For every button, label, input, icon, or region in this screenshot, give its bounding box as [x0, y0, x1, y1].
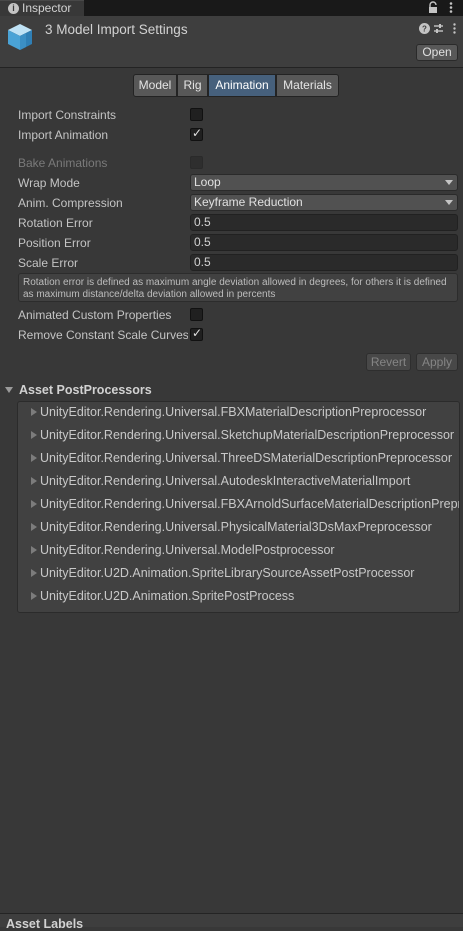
anim-compression-value: Keyframe Reduction: [194, 195, 303, 209]
rotation-error-field[interactable]: 0.5: [190, 214, 458, 231]
animated-custom-properties-label: Animated Custom Properties: [18, 308, 172, 322]
list-item-label: UnityEditor.Rendering.Universal.ModelPos…: [40, 543, 335, 557]
list-item[interactable]: UnityEditor.Rendering.Universal.Sketchup…: [18, 425, 459, 448]
help-icon[interactable]: ?: [419, 23, 430, 34]
foldout-arrow-icon: [5, 387, 13, 393]
list-item[interactable]: UnityEditor.Rendering.Universal.ModelPos…: [18, 540, 459, 563]
list-item-label: UnityEditor.U2D.Animation.SpritePostProc…: [40, 589, 295, 603]
more-menu-icon[interactable]: [448, 1, 454, 14]
preset-icon[interactable]: [433, 23, 444, 34]
list-item[interactable]: UnityEditor.U2D.Animation.SpriteLibraryS…: [18, 563, 459, 586]
expand-arrow-icon: [31, 592, 37, 600]
tab-animation[interactable]: Animation: [208, 74, 276, 97]
wrap-mode-value: Loop: [194, 175, 221, 189]
tab-rig[interactable]: Rig: [177, 74, 208, 97]
remove-constant-scale-curves-label: Remove Constant Scale Curves: [18, 328, 188, 342]
list-item-label: UnityEditor.Rendering.Universal.Physical…: [40, 520, 432, 534]
tab-model[interactable]: Model: [133, 74, 177, 97]
asset-labels-title: Asset Labels: [6, 917, 84, 931]
scale-error-label: Scale Error: [18, 256, 79, 270]
inspector-tab-label: Inspector: [22, 1, 72, 15]
import-animation-checkbox[interactable]: ✓: [190, 126, 203, 141]
expand-arrow-icon: [31, 431, 37, 439]
list-item-label: UnityEditor.Rendering.Universal.FBXMater…: [40, 405, 427, 419]
list-item-label: UnityEditor.Rendering.Universal.ThreeDSM…: [40, 451, 452, 465]
wrap-mode-label: Wrap Mode: [18, 176, 80, 190]
list-item-label: UnityEditor.Rendering.Universal.Autodesk…: [40, 474, 411, 488]
import-constraints-label: Import Constraints: [18, 108, 117, 122]
list-item[interactable]: UnityEditor.Rendering.Universal.ThreeDSM…: [18, 448, 459, 471]
list-item[interactable]: UnityEditor.Rendering.Universal.FBXArnol…: [18, 494, 460, 517]
animated-custom-properties-checkbox[interactable]: [190, 308, 203, 321]
expand-arrow-icon: [31, 569, 37, 577]
open-button[interactable]: Open: [416, 44, 458, 61]
dropdown-arrow-icon: [445, 200, 453, 205]
asset-postprocessors-title: Asset PostProcessors: [19, 383, 152, 397]
checkmark-icon: ✓: [192, 326, 203, 340]
apply-button[interactable]: Apply: [416, 353, 458, 371]
list-item-label: UnityEditor.U2D.Animation.SpriteLibraryS…: [40, 566, 415, 580]
bake-animations-checkbox: [190, 156, 203, 169]
expand-arrow-icon: [31, 408, 37, 416]
expand-arrow-icon: [31, 546, 37, 554]
list-item-label: UnityEditor.Rendering.Universal.FBXArnol…: [40, 497, 460, 511]
import-constraints-checkbox[interactable]: [190, 108, 203, 121]
inspector-header: 3 Model Import Settings ? Open: [0, 16, 463, 68]
inspector-tab[interactable]: i Inspector: [0, 0, 84, 16]
anim-compression-dropdown[interactable]: Keyframe Reduction: [190, 194, 458, 211]
asset-postprocessors-foldout[interactable]: Asset PostProcessors: [0, 380, 463, 400]
expand-arrow-icon: [31, 454, 37, 462]
list-item[interactable]: UnityEditor.Rendering.Universal.FBXMater…: [18, 402, 459, 425]
info-icon: i: [8, 3, 19, 14]
rotation-error-label: Rotation Error: [18, 216, 93, 230]
anim-compression-label: Anim. Compression: [18, 196, 123, 210]
list-item-label: UnityEditor.Rendering.Universal.Sketchup…: [40, 428, 455, 442]
position-error-label: Position Error: [18, 236, 91, 250]
lock-icon[interactable]: [427, 1, 439, 14]
tab-materials[interactable]: Materials: [276, 74, 339, 97]
import-animation-label: Import Animation: [18, 128, 109, 142]
list-item[interactable]: UnityEditor.Rendering.Universal.Physical…: [18, 517, 459, 540]
expand-arrow-icon: [31, 523, 37, 531]
checkmark-icon: ✓: [192, 126, 203, 140]
list-item[interactable]: UnityEditor.Rendering.Universal.Autodesk…: [18, 471, 459, 494]
wrap-mode-dropdown[interactable]: Loop: [190, 174, 458, 191]
expand-arrow-icon: [31, 500, 37, 508]
bake-animations-label: Bake Animations: [18, 156, 108, 170]
postprocessor-list: UnityEditor.Rendering.Universal.FBXMater…: [17, 401, 460, 613]
scale-error-field[interactable]: 0.5: [190, 254, 458, 271]
remove-constant-scale-curves-checkbox[interactable]: ✓: [190, 326, 203, 341]
expand-arrow-icon: [31, 477, 37, 485]
page-title: 3 Model Import Settings: [45, 22, 188, 37]
context-menu-icon[interactable]: [449, 23, 460, 34]
help-box: Rotation error is defined as maximum ang…: [18, 273, 458, 302]
dropdown-arrow-icon: [445, 180, 453, 185]
svg-text:?: ?: [422, 25, 427, 34]
asset-labels-bar[interactable]: Asset Labels: [0, 913, 463, 931]
model-asset-icon: [8, 24, 32, 50]
revert-button[interactable]: Revert: [366, 353, 411, 371]
list-item[interactable]: UnityEditor.U2D.Animation.SpritePostProc…: [18, 586, 459, 609]
position-error-field[interactable]: 0.5: [190, 234, 458, 251]
